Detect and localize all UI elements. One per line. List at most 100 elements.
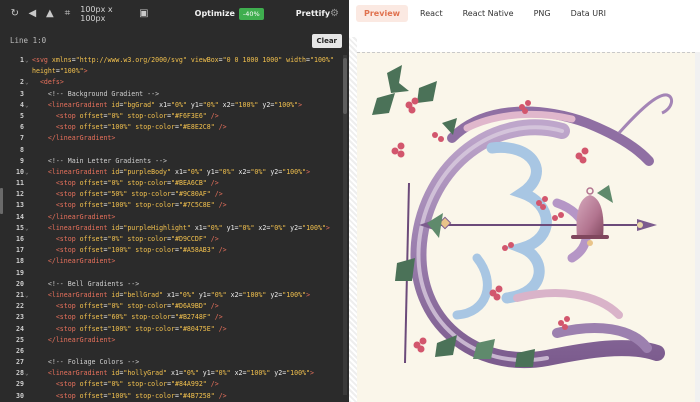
optimize-badge: -40% (238, 7, 264, 20)
line-number: 10 (16, 167, 24, 176)
tab-preview[interactable]: Preview (356, 5, 409, 22)
line-number: 1 (20, 56, 24, 64)
code-line[interactable]: 16 <stop offset="0%" stop-color="#D9CCDF… (0, 234, 349, 245)
code-text: <defs> (39, 78, 64, 87)
editor-toolbar: ↻ ◀ ▲ ⌗ 100px x 100px ▣ Optimize -40% Pr… (0, 0, 349, 27)
line-number: 24 (16, 324, 24, 333)
gear-icon[interactable]: ⚙ (330, 8, 339, 19)
crop-icon[interactable]: ⌗ (61, 8, 75, 19)
line-number: 2 (20, 78, 24, 87)
code-line[interactable]: 14 </linearGradient> (0, 212, 349, 223)
code-line[interactable]: 23 <stop offset="60%" stop-color="#B2748… (0, 312, 349, 323)
code-text: <stop offset="0%" stop-color="#84A992" /… (55, 380, 219, 389)
code-line[interactable]: 5 <stop offset="0%" stop-color="#F6F3E6"… (0, 111, 349, 122)
flip-icon[interactable]: ◀ (26, 8, 40, 19)
code-line[interactable]: 4 ⌄ <linearGradient id="bgGrad" x1="0%" y… (0, 100, 349, 111)
fold-chevron-icon[interactable]: ⌄ (25, 290, 29, 301)
code-line[interactable]: 26 (0, 346, 349, 357)
code-line[interactable]: 7 </linearGradient> (0, 133, 349, 144)
code-line[interactable]: 10 ⌄ <linearGradient id="purpleBody" x1="… (0, 167, 349, 178)
fold-chevron-icon[interactable]: ⌄ (25, 77, 29, 88)
code-line[interactable]: 6 <stop offset="100%" stop-color="#E8E2C… (0, 122, 349, 133)
lower-pink-swirl (513, 289, 623, 319)
line-number: 9 (20, 156, 24, 165)
code-text: <svg xmlns="http://www.w3.org/2000/svg" … (32, 56, 334, 64)
line-number: 18 (16, 257, 24, 266)
pane-resize-handle[interactable] (0, 188, 3, 214)
transparency-checker (349, 37, 357, 402)
line-number: 21 (16, 290, 24, 299)
line-number: 19 (16, 268, 24, 277)
code-line[interactable]: 19 (0, 268, 349, 279)
arrow-jewel (637, 222, 643, 228)
line-number: 17 (16, 246, 24, 255)
code-line[interactable]: 30 <stop offset="100%" stop-color="#4B72… (0, 391, 349, 402)
code-text: <!-- Bell Gradients --> (32, 279, 140, 288)
code-line[interactable]: 2 ⌄ <defs> (0, 77, 349, 88)
code-text: <stop offset="0%" stop-color="#D9CCDF" /… (55, 235, 219, 243)
code-line[interactable]: 27 <!-- Foliage Colors --> (0, 357, 349, 368)
tab-react-native[interactable]: React Native (455, 5, 522, 22)
code-text: <linearGradient id="purpleBody" x1="0%" … (47, 167, 311, 176)
code-line[interactable]: 25 </linearGradient> (0, 335, 349, 346)
code-area[interactable]: 1 ⌄ <svg xmlns="http://www.w3.org/2000/svg… (0, 55, 349, 402)
line-number: 11 (16, 179, 24, 188)
prettify-button[interactable]: Prettify (296, 9, 330, 18)
code-line[interactable]: 21 ⌄ <linearGradient id="bellGrad" x1="0%… (0, 290, 349, 301)
code-text: <stop offset="50%" stop-color="#9C80AF" … (55, 190, 223, 199)
line-number: 6 (20, 123, 24, 132)
clear-button[interactable]: Clear (311, 34, 342, 48)
code-text: <!-- Foliage Colors --> (32, 358, 140, 367)
line-number: 25 (16, 335, 24, 344)
line-number: 26 (16, 346, 24, 355)
code-text: <linearGradient id="bellGrad" x1="0%" y1… (47, 290, 311, 299)
fold-chevron-icon[interactable]: ⌄ (25, 55, 29, 66)
code-line[interactable]: 9 <!-- Main Letter Gradients --> (0, 156, 349, 167)
code-line[interactable]: 20 <!-- Bell Gradients --> (0, 279, 349, 290)
code-line[interactable]: 8 (0, 145, 349, 156)
code-line[interactable]: 12 <stop offset="50%" stop-color="#9C80A… (0, 189, 349, 200)
code-line[interactable]: 22 <stop offset="0%" stop-color="#D6A9BD… (0, 301, 349, 312)
code-line[interactable]: 1 ⌄ <svg xmlns="http://www.w3.org/2000/svg… (0, 55, 349, 66)
code-line[interactable]: 24 <stop offset="100%" stop-color="#8047… (0, 324, 349, 335)
preview-scrollbar[interactable] (695, 52, 700, 402)
line-number: 3 (20, 89, 24, 98)
fold-chevron-icon[interactable]: ⌄ (25, 223, 29, 234)
line-number: 5 (20, 111, 24, 120)
code-line[interactable]: 29 <stop offset="0%" stop-color="#84A992… (0, 379, 349, 390)
code-text: </linearGradient> (47, 212, 116, 221)
code-line[interactable]: 28 ⌄ <linearGradient id="hollyGrad" x1="0… (0, 368, 349, 379)
fold-chevron-icon[interactable]: ⌄ (25, 368, 29, 379)
code-text: <stop offset="100%" stop-color="#A58AB3"… (55, 246, 227, 255)
line-number: 28 (16, 369, 24, 378)
line-info: Line 1:0 (10, 36, 47, 45)
fold-chevron-icon[interactable]: ⌄ (25, 167, 29, 178)
code-line[interactable]: 18 </linearGradient> (0, 256, 349, 267)
code-line[interactable]: 17 <stop offset="100%" stop-color="#A58A… (0, 245, 349, 256)
bell-loop (586, 187, 594, 195)
line-number: 22 (16, 302, 24, 311)
optimize-button[interactable]: Optimize (195, 9, 235, 18)
code-line[interactable]: 13 <stop offset="100%" stop-color="#7C5C… (0, 200, 349, 211)
line-number: 20 (16, 279, 24, 288)
fold-chevron-icon[interactable]: ⌄ (25, 100, 29, 111)
refresh-icon[interactable]: ↻ (8, 8, 22, 19)
code-text: <linearGradient id="hollyGrad" x1="0%" y… (47, 369, 315, 378)
code-text: <!-- Background Gradient --> (32, 89, 160, 98)
tab-react[interactable]: React (412, 5, 451, 22)
code-line[interactable]: 3 <!-- Background Gradient --> (0, 89, 349, 100)
code-line[interactable]: 11 <stop offset="0%" stop-color="#BEA6CB… (0, 178, 349, 189)
resize-icon[interactable]: ▣ (137, 8, 151, 19)
line-number: 7 (20, 134, 24, 143)
flip-vertical-icon[interactable]: ▲ (43, 8, 57, 19)
code-text: height="100%"> (32, 67, 88, 76)
tab-png[interactable]: PNG (526, 5, 559, 22)
code-text: <stop offset="100%" stop-color="#80475E"… (55, 324, 227, 333)
line-number: 27 (16, 358, 24, 367)
preview-tabs: Preview React React Native PNG Data URI (349, 0, 700, 27)
code-text: <stop offset="100%" stop-color="#7C5C8E"… (55, 201, 227, 210)
code-line[interactable]: height="100%"> (0, 66, 349, 77)
editor-scrollbar-thumb[interactable] (343, 58, 347, 114)
tab-data-uri[interactable]: Data URI (563, 5, 614, 22)
code-line[interactable]: 15 ⌄ <linearGradient id="purpleHighlight"… (0, 223, 349, 234)
